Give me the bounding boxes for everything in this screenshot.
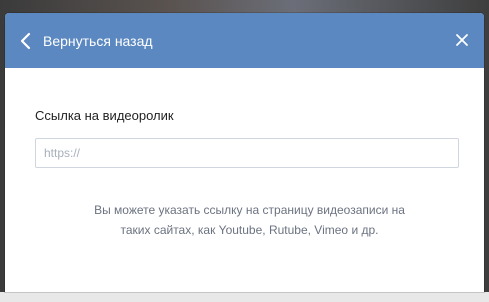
dialog-content: Ссылка на видеоролик Вы можете указать с… bbox=[5, 68, 484, 292]
hint-text: Вы можете указать ссылку на страницу вид… bbox=[55, 200, 444, 240]
hint-line-1: Вы можете указать ссылку на страницу вид… bbox=[94, 203, 405, 217]
page-backdrop-bottom bbox=[0, 292, 489, 302]
video-link-label: Ссылка на видеоролик bbox=[35, 108, 174, 123]
add-video-dialog: Вернуться назад Ссылка на видеоролик Вы … bbox=[5, 13, 484, 292]
close-icon bbox=[454, 34, 470, 52]
close-button[interactable] bbox=[454, 32, 470, 48]
chevron-left-icon bbox=[19, 32, 33, 50]
hint-line-2: таких сайтах, как Youtube, Rutube, Vimeo… bbox=[120, 223, 379, 237]
back-button[interactable]: Вернуться назад bbox=[5, 13, 153, 68]
back-button-label: Вернуться назад bbox=[43, 32, 153, 49]
dialog-header: Вернуться назад bbox=[5, 13, 484, 68]
video-url-input[interactable] bbox=[35, 138, 459, 168]
